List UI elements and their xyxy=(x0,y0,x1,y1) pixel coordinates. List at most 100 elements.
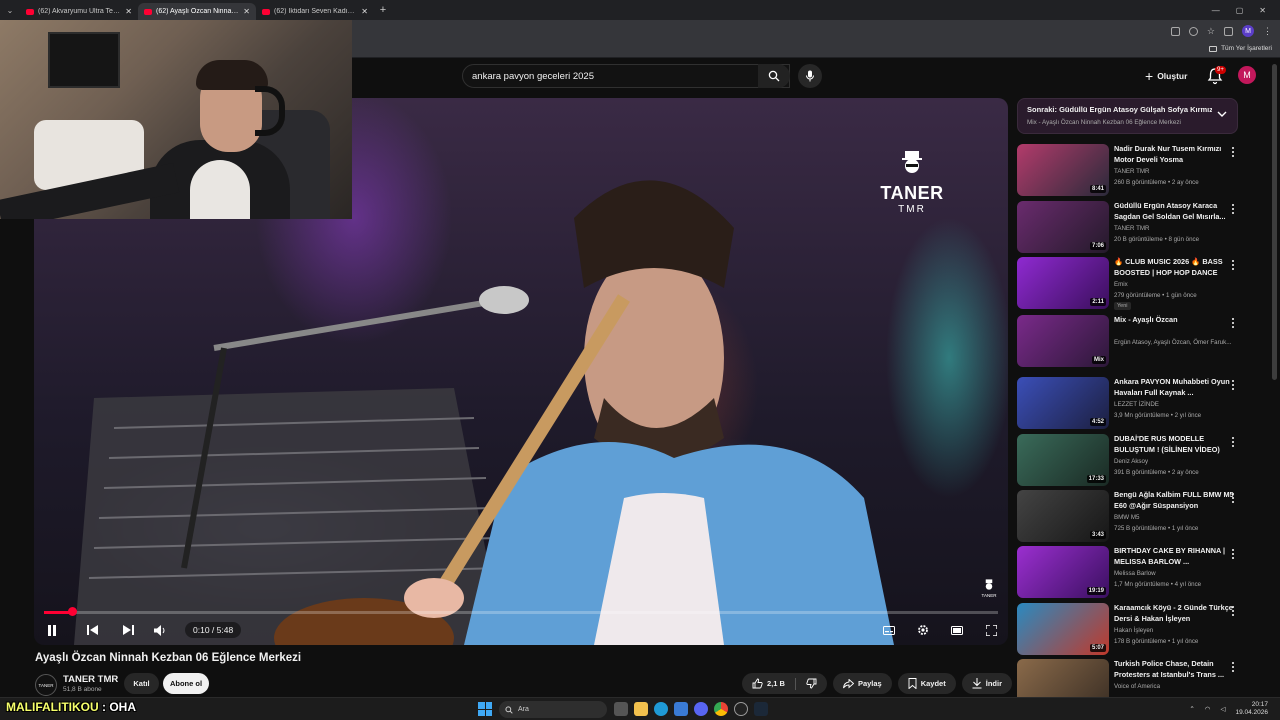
speaker-icon[interactable]: ◁ xyxy=(1220,705,1225,713)
scrubber-handle[interactable] xyxy=(67,607,77,616)
maximize-icon[interactable]: ▢ xyxy=(1236,6,1244,15)
recommendation-item[interactable]: 8:41 Nadir Durak Nur Tusem Kırmızı Motor … xyxy=(1017,144,1247,197)
recommendation-channel[interactable]: Ergün Atasoy, Ayaşlı Özcan, Ömer Faruk..… xyxy=(1114,339,1231,346)
video-thumbnail[interactable]: 8:41 xyxy=(1017,144,1109,196)
video-thumbnail[interactable]: 4:52 xyxy=(1017,377,1109,429)
recommendation-channel[interactable]: Emix xyxy=(1114,281,1128,288)
recommendation-title[interactable]: BIRTHDAY CAKE BY RIHANNA | MELISSA BARLO… xyxy=(1114,546,1234,567)
account-avatar[interactable]: M xyxy=(1238,66,1256,84)
recommendation-channel[interactable]: TANER TMR xyxy=(1114,168,1150,175)
tab-close-icon[interactable]: ✕ xyxy=(361,7,368,16)
recommendation-item[interactable]: 2:11 🔥 CLUB MUSIC 2026 🔥 BASS BOOSTED | H… xyxy=(1017,257,1247,310)
video-thumbnail[interactable]: 19:19 xyxy=(1017,546,1109,598)
recommendation-item[interactable]: 5:07 Karaamcık Köyü - 2 Günde Türkçe Ders… xyxy=(1017,603,1247,656)
recommendation-title[interactable]: Turkish Police Chase, Detain Protesters … xyxy=(1114,659,1234,680)
previous-button[interactable] xyxy=(81,619,103,641)
recommendation-channel[interactable]: LEZZET İZİNDE xyxy=(1114,401,1159,408)
close-window-icon[interactable]: ✕ xyxy=(1259,6,1266,15)
video-thumbnail[interactable]: 5:07 xyxy=(1017,603,1109,655)
star-icon[interactable]: ☆ xyxy=(1207,26,1215,37)
zoom-icon[interactable] xyxy=(1188,26,1198,36)
taskbar-search[interactable]: Ara xyxy=(499,701,607,718)
save-button[interactable]: Kaydet xyxy=(897,673,956,694)
recommendation-title[interactable]: Ankara PAVYON Muhabbeti Oyun Havaları Fu… xyxy=(1114,377,1234,398)
settings-button[interactable] xyxy=(912,619,934,641)
more-vert-icon[interactable] xyxy=(1229,661,1237,673)
more-vert-icon[interactable] xyxy=(1229,379,1237,391)
new-tab-button[interactable]: + xyxy=(374,4,392,16)
more-vert-icon[interactable] xyxy=(1229,548,1237,560)
thumbs-down-icon[interactable] xyxy=(806,678,817,689)
recommendation-channel[interactable]: Deniz Aksoy xyxy=(1114,458,1148,465)
share-button[interactable]: Paylaş xyxy=(832,673,892,694)
recommendation-title[interactable]: Mix - Ayaşlı Özcan xyxy=(1114,315,1234,326)
recommendation-title[interactable]: Güdüllü Ergün Atasoy Karaca Sagdan Gel S… xyxy=(1114,201,1234,222)
windows-start-icon[interactable] xyxy=(478,702,492,716)
recommendation-item[interactable]: 19:19 BIRTHDAY CAKE BY RIHANNA | MELISSA … xyxy=(1017,546,1247,599)
more-vert-icon[interactable] xyxy=(1229,436,1237,448)
store-icon[interactable] xyxy=(674,702,688,716)
next-button[interactable] xyxy=(117,619,139,641)
all-bookmarks-button[interactable]: Tüm Yer İşaretleri xyxy=(1209,45,1272,52)
clock[interactable]: 20:17 19.04.2026 xyxy=(1235,701,1268,717)
fullscreen-button[interactable] xyxy=(980,619,1002,641)
like-button[interactable]: 2,1 B xyxy=(742,673,827,694)
recommendation-channel[interactable]: Voice of America xyxy=(1114,683,1160,690)
more-vert-icon[interactable] xyxy=(1229,259,1237,271)
recommendation-title[interactable]: Bengü Ağla Kalbim FULL BMW M5 E60 @Ağır … xyxy=(1114,490,1234,511)
subtitles-button[interactable] xyxy=(878,619,900,641)
tab-close-icon[interactable]: ✕ xyxy=(125,7,132,16)
search-input[interactable]: ankara pavyon geceleri 2025 ✕ xyxy=(462,64,790,88)
download-button[interactable]: İndir xyxy=(961,673,1012,694)
recommendation-item[interactable]: 17:33 DUBAİ'DE RUS MODELLE BULUŞTUM ! (Sİ… xyxy=(1017,434,1247,487)
more-vert-icon[interactable] xyxy=(1229,203,1237,215)
recommendation-channel[interactable]: Hakan İşleyen xyxy=(1114,627,1153,634)
chrome-icon[interactable] xyxy=(714,702,728,716)
more-vert-icon[interactable] xyxy=(1229,146,1237,158)
file-explorer-icon[interactable] xyxy=(634,702,648,716)
tray-chevron-icon[interactable]: ⌃ xyxy=(1189,705,1194,713)
task-view-icon[interactable] xyxy=(614,702,628,716)
recommendation-item[interactable]: Mix Mix - Ayaşlı Özcan Ergün Atasoy, Ayaşl… xyxy=(1017,315,1247,368)
tab-close-icon[interactable]: ✕ xyxy=(243,7,250,16)
chevron-down-icon[interactable] xyxy=(1217,111,1227,118)
recommendation-channel[interactable]: BMW M5 xyxy=(1114,514,1139,521)
video-thumbnail[interactable]: 7:06 xyxy=(1017,201,1109,253)
tab-search-icon[interactable]: ⌄ xyxy=(0,0,20,20)
search-button[interactable] xyxy=(758,64,790,88)
wifi-icon[interactable]: ◠ xyxy=(1205,705,1211,713)
video-thumbnail[interactable]: 3:43 xyxy=(1017,490,1109,542)
join-button[interactable]: Katıl xyxy=(124,673,159,694)
recommendation-title[interactable]: DUBAİ'DE RUS MODELLE BULUŞTUM ! (SİLİNEN… xyxy=(1114,434,1234,455)
more-vert-icon[interactable] xyxy=(1229,317,1237,329)
edge-icon[interactable] xyxy=(654,702,668,716)
recommendation-title[interactable]: Karaamcık Köyü - 2 Günde Türkçe Dersi & … xyxy=(1114,603,1234,624)
discord-icon[interactable] xyxy=(694,702,708,716)
scrollbar[interactable] xyxy=(1272,64,1277,380)
miniplayer-button[interactable] xyxy=(946,619,968,641)
tab-0[interactable]: (62) Akvaryumu Ultra Teknoloji ile... ✕ xyxy=(20,3,138,20)
channel-name[interactable]: TANER TMR xyxy=(63,674,118,685)
tab-2[interactable]: (62) İktidarı Seven Kadın - YouTube ✕ xyxy=(256,3,374,20)
tab-1[interactable]: (62) Ayaşlı Özcan Ninnah Kezb... ✕ xyxy=(138,3,256,20)
channel-avatar[interactable]: TANER xyxy=(35,674,57,696)
create-button[interactable]: + Oluştur xyxy=(1145,66,1187,86)
video-thumbnail[interactable]: 17:33 xyxy=(1017,434,1109,486)
voice-search-button[interactable] xyxy=(798,64,822,88)
recommendation-item[interactable]: 3:43 Bengü Ağla Kalbim FULL BMW M5 E60 @A… xyxy=(1017,490,1247,543)
recommendation-channel[interactable]: Melissa Barlow xyxy=(1114,570,1156,577)
video-thumbnail[interactable]: 2:11 xyxy=(1017,257,1109,309)
browser-profile-avatar[interactable]: M xyxy=(1242,25,1254,37)
recommendation-title[interactable]: Nadir Durak Nur Tusem Kırmızı Motor Deve… xyxy=(1114,144,1234,165)
more-vert-icon[interactable] xyxy=(1229,492,1237,504)
recommendation-item[interactable]: 7:06 Güdüllü Ergün Atasoy Karaca Sagdan G… xyxy=(1017,201,1247,254)
volume-button[interactable] xyxy=(149,619,171,641)
browser-menu-icon[interactable]: ⋮ xyxy=(1263,26,1272,37)
cast-icon[interactable] xyxy=(1170,26,1180,36)
recommendation-item[interactable]: 4:52 Ankara PAVYON Muhabbeti Oyun Havalar… xyxy=(1017,377,1247,430)
extensions-icon[interactable] xyxy=(1224,26,1233,36)
video-thumbnail[interactable]: Mix xyxy=(1017,315,1109,367)
pause-button[interactable] xyxy=(41,619,63,641)
minimize-icon[interactable]: — xyxy=(1212,6,1220,15)
recommendation-title[interactable]: 🔥 CLUB MUSIC 2026 🔥 BASS BOOSTED | HOP H… xyxy=(1114,257,1234,278)
